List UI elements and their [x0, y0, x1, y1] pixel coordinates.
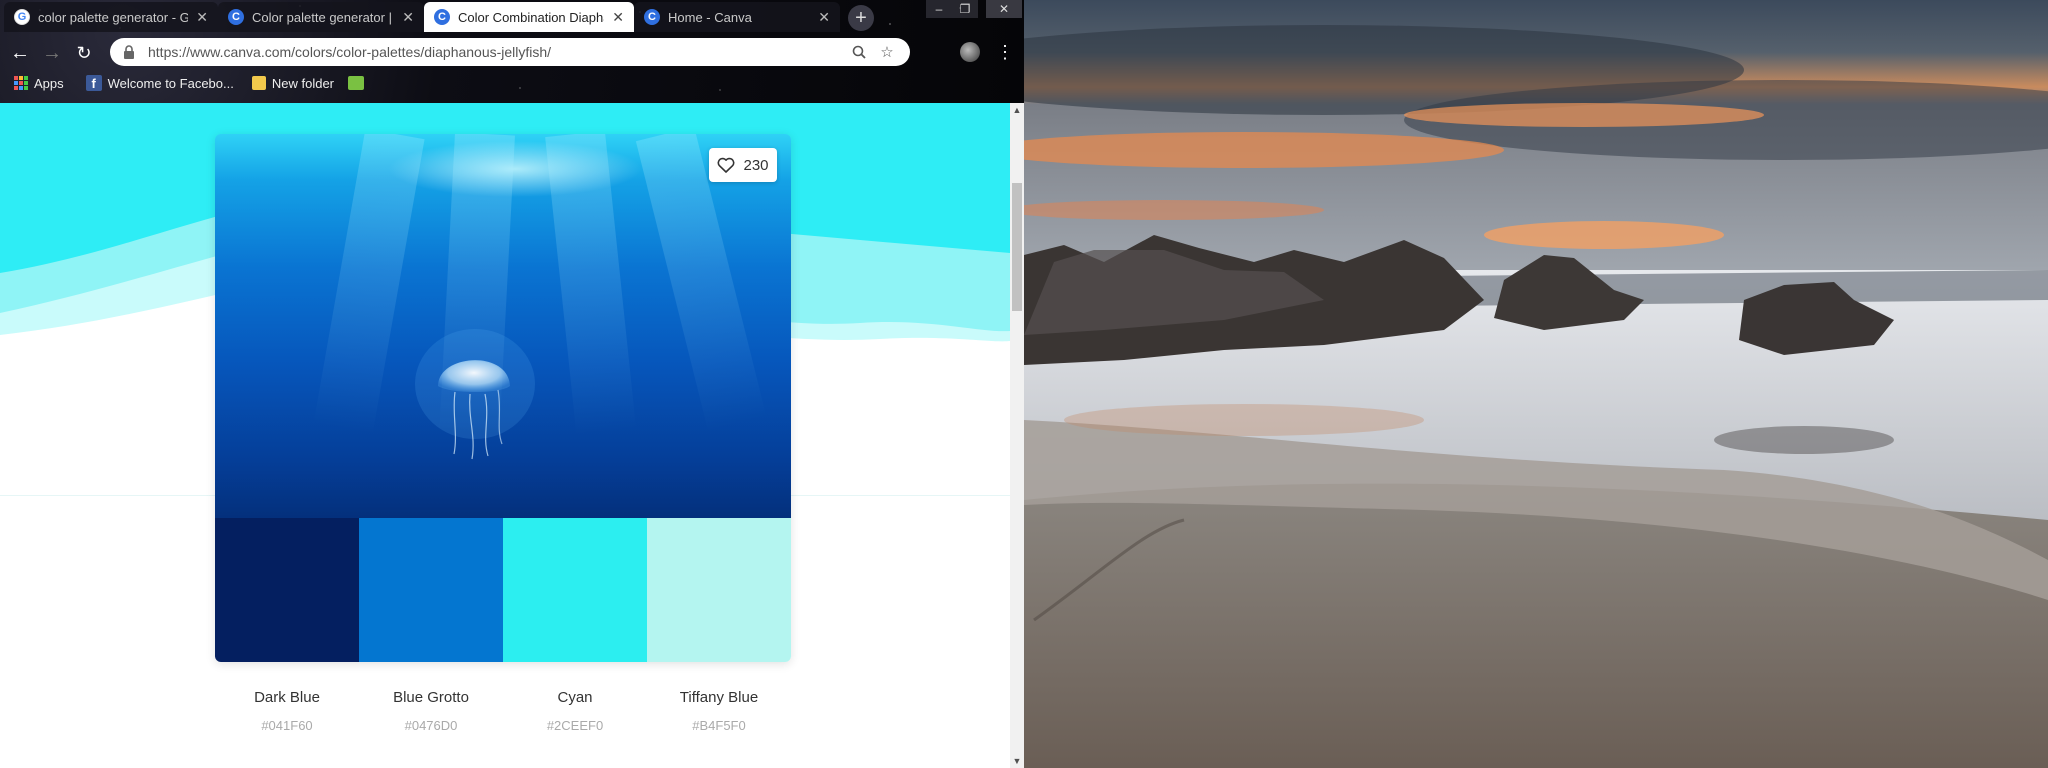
swatch-dark-blue[interactable]	[215, 518, 359, 662]
canva-icon: C	[228, 9, 244, 25]
palette-card: 230	[215, 134, 791, 662]
tab-canva-generator[interactable]: C Color palette generator | C ✕	[218, 2, 424, 32]
color-label-tiffany-blue: Tiffany Blue #B4F5F0	[647, 689, 791, 733]
scrollbar-thumb[interactable]	[1012, 183, 1022, 311]
close-tab-icon[interactable]: ✕	[402, 9, 414, 26]
canva-icon: C	[434, 9, 450, 25]
like-button[interactable]: 230	[709, 148, 777, 182]
tab-title: Home - Canva	[668, 9, 752, 25]
forward-arrow-icon[interactable]: →	[40, 41, 64, 65]
desktop-wallpaper	[1024, 0, 2048, 768]
new-tab-button[interactable]: +	[848, 5, 874, 31]
color-hex[interactable]: #041F60	[215, 718, 359, 733]
scroll-up-arrow-icon[interactable]: ▲	[1010, 105, 1024, 115]
bookmark-label: New folder	[271, 75, 334, 91]
close-window-icon[interactable]: ✕	[986, 0, 1022, 18]
beach-sunset-image	[1024, 0, 2048, 768]
heart-icon	[718, 157, 735, 173]
swatch-blue-grotto[interactable]	[359, 518, 503, 662]
close-tab-icon[interactable]: ✕	[818, 9, 830, 26]
color-name: Dark Blue	[254, 689, 320, 706]
bookmark-chart[interactable]	[348, 76, 364, 90]
tab-color-combination[interactable]: C Color Combination Diapha ✕	[424, 2, 634, 32]
chart-icon	[348, 76, 364, 90]
reload-icon[interactable]: ↻	[72, 41, 96, 65]
bookmark-star-icon[interactable]: ☆	[876, 41, 898, 63]
swatch-tiffany-blue[interactable]	[647, 518, 791, 662]
minimize-icon[interactable]: –	[926, 0, 952, 18]
address-bar[interactable]: https://www.canva.com/colors/color-palet…	[110, 38, 910, 66]
tab-title: Color palette generator | C	[252, 9, 395, 25]
close-tab-icon[interactable]: ✕	[196, 9, 208, 26]
color-labels: Dark Blue #041F60 Blue Grotto #0476D0 Cy…	[215, 689, 791, 733]
vertical-scrollbar[interactable]: ▲ ▼	[1010, 103, 1024, 768]
back-arrow-icon[interactable]: ←	[8, 41, 32, 65]
swatch-cyan[interactable]	[503, 518, 647, 662]
color-name: Blue Grotto	[393, 689, 469, 706]
color-hex[interactable]: #0476D0	[359, 718, 503, 733]
apps-grid-icon	[14, 76, 28, 90]
bookmark-label: Apps	[34, 75, 64, 91]
tab-home-canva[interactable]: C Home - Canva ✕	[634, 2, 840, 32]
color-label-dark-blue: Dark Blue #041F60	[215, 689, 359, 733]
page-content: 230 Dark Blue #041F60 Blue Grotto #0476D…	[0, 103, 1010, 768]
scroll-down-arrow-icon[interactable]: ▼	[1010, 756, 1024, 766]
browser-window: G color palette generator - G ✕ C Color …	[0, 0, 1024, 768]
tab-title: color palette generator - G	[38, 9, 189, 25]
tab-title: Color Combination Diapha	[458, 9, 605, 25]
extension-icon[interactable]	[960, 42, 980, 62]
color-name: Tiffany Blue	[679, 689, 759, 706]
color-label-blue-grotto: Blue Grotto #0476D0	[359, 689, 503, 733]
close-tab-icon[interactable]: ✕	[612, 9, 624, 26]
bookmarks-bar: Apps f Welcome to Facebo... New folder	[0, 72, 1024, 94]
lock-icon	[124, 45, 134, 59]
menu-kebab-icon[interactable]: ⋮	[996, 40, 1014, 64]
canva-icon: C	[644, 9, 660, 25]
jellyfish-photo: 230	[215, 134, 791, 518]
bookmark-label: Welcome to Facebo...	[107, 75, 234, 91]
color-swatches	[215, 518, 791, 662]
tab-google-search[interactable]: G color palette generator - G ✕	[4, 2, 218, 32]
bookmark-new-folder[interactable]: New folder	[251, 75, 334, 91]
color-label-cyan: Cyan #2CEEF0	[503, 689, 647, 733]
url-text[interactable]: https://www.canva.com/colors/color-palet…	[148, 44, 842, 60]
folder-icon	[251, 76, 266, 90]
bookmark-facebook[interactable]: f Welcome to Facebo...	[85, 75, 234, 91]
google-icon: G	[14, 9, 30, 25]
bookmark-apps[interactable]: Apps	[14, 76, 64, 91]
jellyfish-image	[415, 329, 535, 460]
browser-chrome: G color palette generator - G ✕ C Color …	[0, 0, 1024, 103]
color-hex[interactable]: #B4F5F0	[647, 718, 791, 733]
restore-icon[interactable]: ❐	[952, 0, 978, 18]
like-count: 230	[743, 156, 769, 174]
color-hex[interactable]: #2CEEF0	[503, 718, 647, 733]
zoom-icon[interactable]	[848, 41, 870, 63]
color-name: Cyan	[557, 689, 593, 706]
facebook-icon: f	[85, 75, 102, 91]
